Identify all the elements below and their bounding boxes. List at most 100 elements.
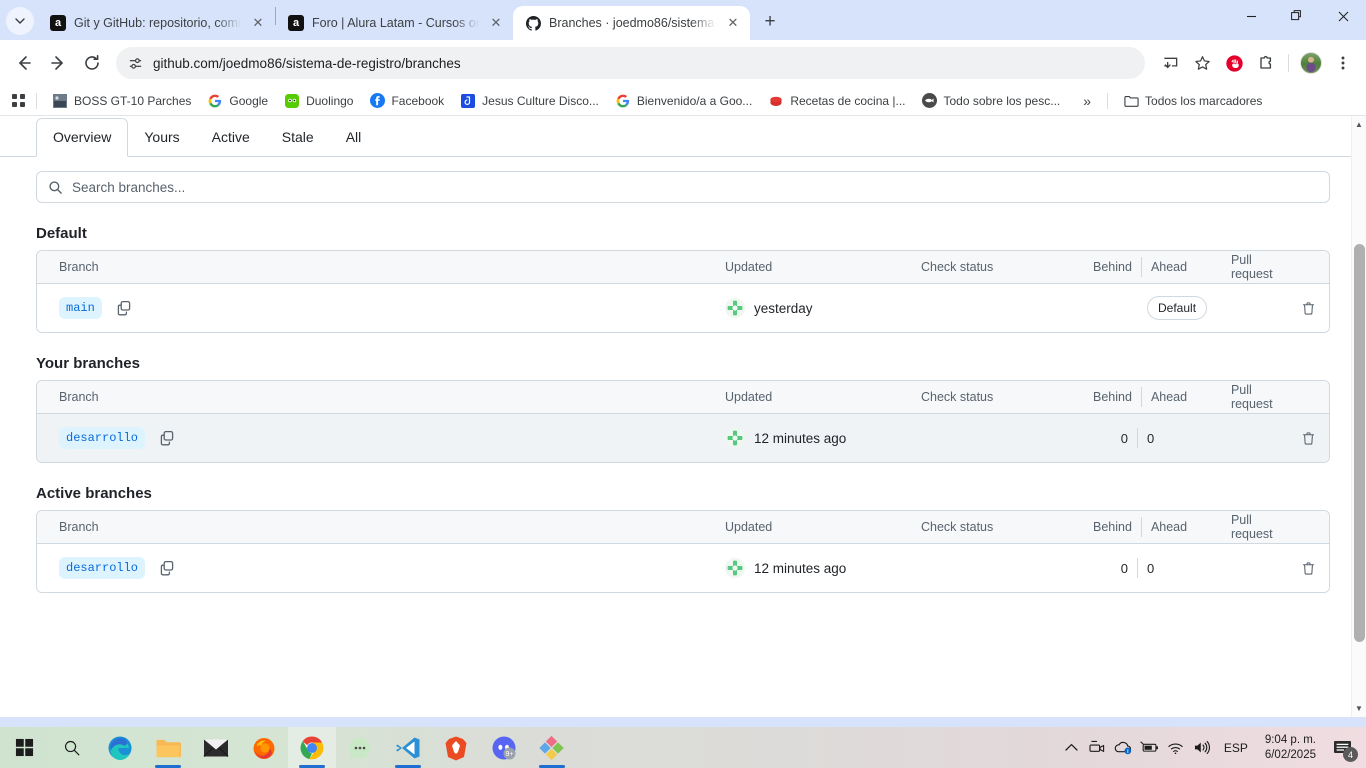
branches-table-active: Branch Updated Check status Behind Ahead… <box>36 510 1330 593</box>
reload-button[interactable] <box>76 47 108 79</box>
search-input[interactable]: Search branches... <box>36 171 1330 203</box>
behind-ahead-divider <box>1140 387 1142 407</box>
tab-active[interactable]: Active <box>196 119 266 156</box>
scroll-down-arrow-icon[interactable]: ▼ <box>1352 700 1366 717</box>
bookmark-pescados[interactable]: Todo sobre los pesc... <box>915 90 1068 112</box>
address-bar[interactable]: github.com/joedmo86/sistema-de-registro/… <box>116 47 1145 79</box>
tab-search-button[interactable] <box>6 7 34 35</box>
branch-name-link[interactable]: main <box>59 297 102 319</box>
bookmark-duolingo[interactable]: Duolingo <box>277 90 360 112</box>
delete-branch-button[interactable] <box>1287 301 1329 316</box>
page-content: Overview Yours Active Stale All Search b… <box>0 116 1366 717</box>
scrollbar-thumb[interactable] <box>1354 244 1365 642</box>
branch-cell: desarrollo <box>37 427 725 449</box>
bookmark-label: Jesus Culture Disco... <box>482 93 599 108</box>
url-text: github.com/joedmo86/sistema-de-registro/… <box>153 55 461 71</box>
close-icon <box>1338 11 1348 21</box>
bookmarks-overflow-button[interactable]: » <box>1075 93 1099 109</box>
branches-table-yours: Branch Updated Check status Behind Ahead… <box>36 380 1330 463</box>
close-icon[interactable]: ✕ <box>724 14 742 32</box>
adblock-button[interactable] <box>1219 48 1249 78</box>
browser-tab-2[interactable]: a Foro | Alura Latam - Cursos onli ✕ <box>276 6 513 40</box>
taskbar-mail[interactable] <box>192 727 240 768</box>
taskbar-brave[interactable] <box>432 727 480 768</box>
windows-logo-icon <box>15 738 33 757</box>
taskbar-unknown-app[interactable] <box>528 727 576 768</box>
tray-volume[interactable] <box>1189 727 1215 768</box>
tray-battery[interactable] <box>1137 727 1163 768</box>
bookmarks-divider-2 <box>1107 92 1109 109</box>
close-button[interactable] <box>1320 0 1366 32</box>
trash-icon <box>1301 431 1316 446</box>
close-icon[interactable]: ✕ <box>487 14 505 32</box>
page-scrollbar[interactable]: ▲ ▼ <box>1351 116 1366 717</box>
camera-icon <box>1089 740 1105 752</box>
all-bookmarks-button[interactable]: Todos los marcadores <box>1116 90 1269 112</box>
branch-name-link[interactable]: desarrollo <box>59 427 146 449</box>
delete-branch-button[interactable] <box>1287 561 1329 576</box>
copy-icon[interactable] <box>159 560 175 576</box>
install-app-button[interactable] <box>1155 48 1185 78</box>
taskbar-discord[interactable]: 9+ <box>480 727 528 768</box>
recipe-icon <box>768 93 784 109</box>
taskbar-firefox[interactable] <box>240 727 288 768</box>
search-area: Search branches... <box>0 157 1366 203</box>
bookmark-recetas[interactable]: Recetas de cocina |... <box>761 90 912 112</box>
browser-tab-3[interactable]: Branches · joedmo86/sistema-d ✕ <box>513 6 750 40</box>
branch-name-link[interactable]: desarrollo <box>59 557 146 579</box>
bookmark-button[interactable] <box>1187 48 1217 78</box>
tab-stale[interactable]: Stale <box>266 119 330 156</box>
language-indicator[interactable]: ESP <box>1215 741 1257 755</box>
taskbar-search[interactable] <box>48 727 96 768</box>
apps-grid-icon[interactable] <box>8 91 28 111</box>
delete-branch-button[interactable] <box>1287 431 1329 446</box>
tab-overview[interactable]: Overview <box>36 117 129 157</box>
copy-icon[interactable] <box>116 300 132 316</box>
trash-icon <box>1301 301 1316 316</box>
column-header-ahead: Ahead <box>1150 390 1188 404</box>
copy-icon[interactable] <box>159 430 175 446</box>
chrome-menu-button[interactable] <box>1328 48 1358 78</box>
bookmark-boss-gt10[interactable]: BOSS GT-10 Parches <box>45 90 198 112</box>
bookmark-bienvenido-google[interactable]: Bienvenido/a a Goo... <box>608 90 759 112</box>
taskbar-vscode[interactable] <box>384 727 432 768</box>
google-icon <box>615 93 631 109</box>
author-avatar <box>725 428 745 448</box>
back-button[interactable] <box>8 47 40 79</box>
clock[interactable]: 9:04 p. m. 6/02/2025 <box>1257 733 1324 763</box>
tab-all[interactable]: All <box>330 119 378 156</box>
taskbar-edge[interactable] <box>96 727 144 768</box>
taskbar-chrome[interactable] <box>288 727 336 768</box>
browser-tab-1[interactable]: a Git y GitHub: repositorio, comm ✕ <box>38 6 275 40</box>
tray-wifi[interactable] <box>1163 727 1189 768</box>
author-avatar <box>725 558 745 578</box>
chevron-up-icon <box>1065 743 1078 751</box>
bookmark-label: Recetas de cocina |... <box>790 93 906 108</box>
extensions-button[interactable] <box>1251 48 1281 78</box>
bookmark-google[interactable]: Google <box>200 90 275 112</box>
new-tab-button[interactable]: + <box>756 8 784 36</box>
taskbar-whatsapp[interactable] <box>336 727 384 768</box>
tab-yours[interactable]: Yours <box>128 119 195 156</box>
bookmark-facebook[interactable]: Facebook <box>362 90 451 112</box>
close-icon[interactable]: ✕ <box>249 14 267 32</box>
tray-overflow-button[interactable] <box>1059 727 1085 768</box>
battery-icon <box>1140 741 1158 752</box>
ahead-cell: Default <box>1147 296 1208 320</box>
notifications-button[interactable]: 4 <box>1324 727 1362 768</box>
taskbar-file-explorer[interactable] <box>144 727 192 768</box>
profile-button[interactable] <box>1296 48 1326 78</box>
bookmark-jesus-culture[interactable]: Jesus Culture Disco... <box>453 90 606 112</box>
column-header-pull-request: Pull request <box>1230 383 1273 411</box>
start-button[interactable] <box>0 727 48 768</box>
tray-onedrive[interactable]: i <box>1111 727 1137 768</box>
maximize-button[interactable] <box>1274 0 1320 32</box>
scroll-up-arrow-icon[interactable]: ▲ <box>1352 116 1366 133</box>
forward-button[interactable] <box>42 47 74 79</box>
volume-icon <box>1194 740 1210 755</box>
tray-camera[interactable] <box>1085 727 1111 768</box>
minimize-button[interactable] <box>1228 0 1274 32</box>
browser-window: a Git y GitHub: repositorio, comm ✕ a Fo… <box>0 0 1366 727</box>
install-icon <box>1163 57 1177 68</box>
column-header-branch: Branch <box>59 520 99 534</box>
